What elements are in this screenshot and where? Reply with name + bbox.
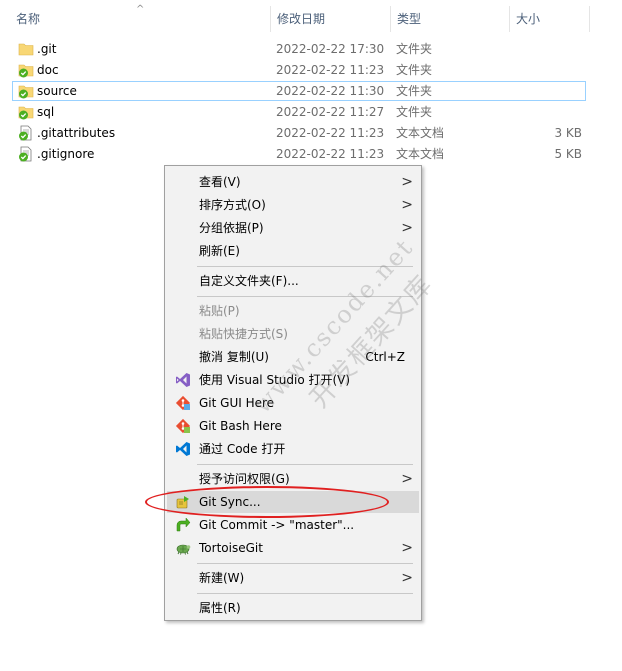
menu-item-label: Git Bash Here [199,419,282,433]
file-name: .gitignore [37,147,95,161]
menu-item-label: 粘贴(P) [199,304,240,318]
sort-ascending-icon: ^ [136,4,145,15]
file-row[interactable]: .gitignore 2022-02-22 11:23 文本文档 5 KB [12,144,586,164]
column-header-modified[interactable]: 修改日期 [271,6,391,32]
chevron-right-icon: > [401,540,413,556]
git-file-icon [19,125,32,141]
menu-item-sort-by[interactable]: 排序方式(O) > [167,194,419,216]
menu-item-label: 分组依据(P) [199,221,264,235]
file-row-selected[interactable]: source 2022-02-22 11:30 文件夹 [12,81,586,101]
highlight-ellipse [145,486,389,518]
column-divider[interactable] [589,6,590,32]
file-type: 文件夹 [396,63,433,77]
file-type: 文件夹 [396,84,433,98]
git-folder-icon [18,106,34,120]
menu-item-git-gui[interactable]: Git GUI Here [167,392,419,414]
menu-item-view[interactable]: 查看(V) > [167,171,419,193]
git-gui-icon [175,395,191,411]
menu-item-open-with-code[interactable]: 通过 Code 打开 [167,438,419,460]
menu-separator [197,464,413,465]
file-modified: 2022-02-22 11:23 [276,63,385,77]
file-modified: 2022-02-22 11:27 [276,105,385,119]
chevron-right-icon: > [401,174,413,190]
file-type: 文本文档 [396,147,445,161]
menu-item-label: 通过 Code 打开 [199,442,286,456]
menu-item-properties[interactable]: 属性(R) [167,597,419,619]
file-name: sql [37,105,55,119]
folder-icon [18,43,34,56]
menu-item-label: 撤消 复制(U) [199,350,269,364]
menu-item-tortoisegit[interactable]: TortoiseGit > [167,537,419,559]
file-modified: 2022-02-22 17:30 [276,42,385,56]
column-header-size[interactable]: 大小 [510,6,590,32]
menu-item-label: 查看(V) [199,175,241,189]
column-header-bar: 名称 ^ 修改日期 类型 大小 [0,4,590,32]
file-name: .git [37,42,57,56]
context-menu: 查看(V) > 排序方式(O) > 分组依据(P) > 刷新(E) 自定义文件夹… [164,165,422,621]
menu-item-label: 自定义文件夹(F)... [199,274,299,288]
menu-item-label: 排序方式(O) [199,198,266,212]
file-type: 文件夹 [396,42,433,56]
git-folder-icon [18,85,34,99]
file-row[interactable]: .gitattributes 2022-02-22 11:23 文本文档 3 K… [12,123,586,143]
chevron-right-icon: > [401,570,413,586]
file-row[interactable]: .git 2022-02-22 17:30 文件夹 [12,39,586,59]
file-modified: 2022-02-22 11:23 [276,147,385,161]
file-size: 5 KB [554,147,582,161]
git-file-icon [19,146,32,162]
menu-separator [197,593,413,594]
menu-separator [197,563,413,564]
menu-item-label: 属性(R) [199,601,241,615]
menu-item-git-bash[interactable]: Git Bash Here [167,415,419,437]
git-commit-icon [176,517,191,532]
chevron-right-icon: > [401,471,413,487]
file-type: 文件夹 [396,105,433,119]
column-header-type[interactable]: 类型 [391,6,509,32]
file-size: 3 KB [554,126,582,140]
file-row[interactable]: doc 2022-02-22 11:23 文件夹 [12,60,586,80]
menu-item-label: 粘贴快捷方式(S) [199,327,288,341]
chevron-right-icon: > [401,220,413,236]
menu-item-label: 新建(W) [199,571,245,585]
git-folder-icon [18,64,34,78]
file-modified: 2022-02-22 11:23 [276,126,385,140]
git-bash-icon [175,418,191,434]
file-row[interactable]: sql 2022-02-22 11:27 文件夹 [12,102,586,122]
menu-separator [197,296,413,297]
menu-item-label: TortoiseGit [199,541,263,555]
file-name: doc [37,63,59,77]
chevron-right-icon: > [401,197,413,213]
visual-studio-icon [176,373,190,387]
file-name: source [37,84,77,98]
file-type: 文本文档 [396,126,445,140]
tortoisegit-icon [176,544,191,555]
file-modified: 2022-02-22 11:30 [276,84,385,98]
menu-item-label: 刷新(E) [199,244,240,258]
menu-item-new[interactable]: 新建(W) > [167,567,419,589]
file-name: .gitattributes [37,126,116,140]
vscode-icon [176,442,190,456]
menu-item-group-by[interactable]: 分组依据(P) > [167,217,419,239]
